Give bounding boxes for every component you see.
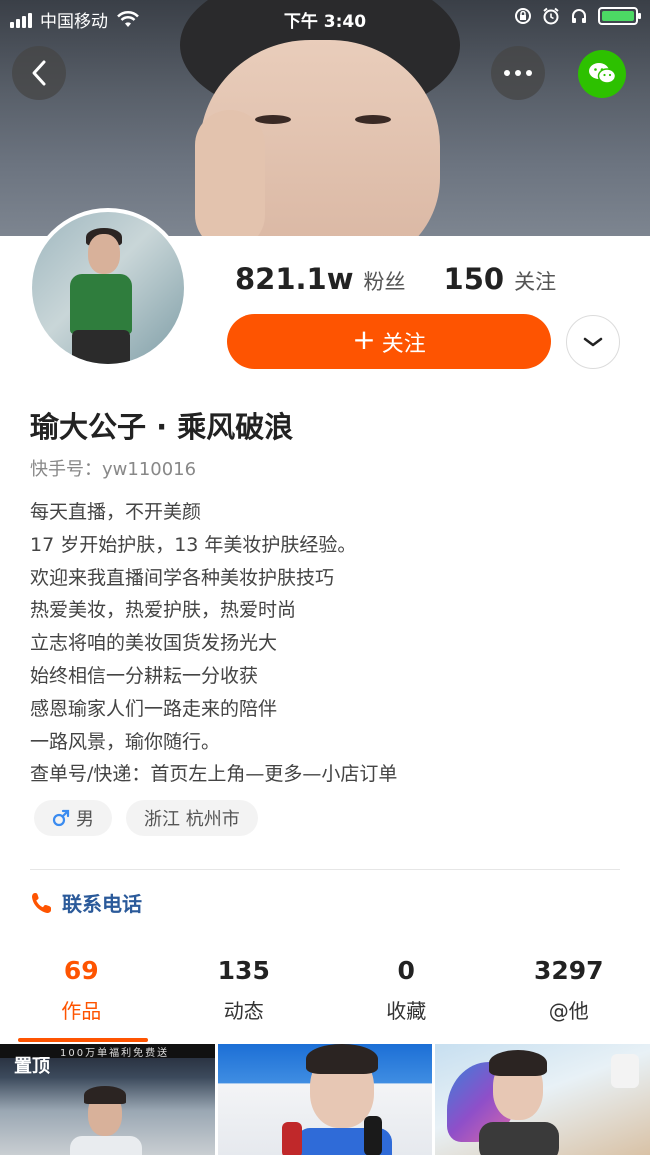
bio-line: 每天直播，不开美颜	[30, 501, 202, 523]
banner-photo-hand	[195, 110, 265, 236]
bio-line: 感恩瑜家人们一路走来的陪伴	[30, 697, 278, 720]
content-tabs: 69 作品 135 动态 0 收藏 3297 @他	[0, 956, 650, 1040]
gender-tag: 男	[34, 800, 112, 836]
phone-icon	[32, 892, 51, 913]
bio-line: 一路风景，瑜你随行。	[30, 730, 221, 753]
kuaishou-id[interactable]: 快手号：yw110016	[30, 455, 196, 481]
tab-works[interactable]: 69 作品	[0, 956, 163, 1040]
following-label[interactable]: 关注	[514, 266, 556, 296]
tab-label: 收藏	[386, 999, 427, 1023]
avatar[interactable]	[28, 208, 188, 368]
alarm-icon	[543, 7, 559, 25]
tab-count: 69	[63, 956, 99, 985]
follow-button[interactable]: + 关注	[227, 314, 551, 369]
video-thumbnail[interactable]	[217, 1044, 433, 1155]
chevron-down-icon	[583, 337, 603, 347]
video-thumbnail[interactable]: 100万单福利免费送 置顶	[0, 1044, 215, 1155]
tab-mentions[interactable]: 3297 @他	[488, 956, 650, 1040]
gender-label: 男	[76, 809, 94, 830]
recommend-dropdown-button[interactable]	[566, 315, 620, 369]
contact-label: 联系电话	[62, 892, 142, 916]
location-tag: 浙江 杭州市	[126, 800, 258, 836]
tab-label: 动态	[223, 999, 264, 1023]
profile-tags: 男 浙江 杭州市	[34, 800, 258, 836]
tab-count: 3297	[533, 956, 604, 985]
pinned-label: 置顶	[14, 1056, 50, 1077]
more-dots-icon	[504, 70, 532, 76]
rotation-lock-icon	[515, 8, 531, 24]
profile-name: 瑜大公子 · 乘风破浪	[30, 410, 294, 444]
battery-icon	[598, 7, 641, 25]
male-icon	[52, 809, 70, 827]
chevron-left-icon	[32, 60, 46, 86]
wechat-icon	[589, 63, 617, 84]
headphones-icon	[572, 9, 586, 23]
works-grid: 100万单福利免费送 置顶	[0, 1044, 650, 1155]
profile-bio: 每天直播，不开美颜 17 岁开始护肤，13 年美妆护肤经验。 欢迎来我直播间学各…	[30, 496, 397, 791]
plus-icon: +	[352, 323, 376, 356]
bio-line: 查单号/快递：首页左上角—更多—小店订单	[30, 763, 398, 786]
back-button[interactable]	[12, 46, 66, 100]
followers-count[interactable]: 821.1w	[235, 262, 354, 296]
banner-photo-eye	[355, 115, 391, 124]
followers-label[interactable]: 粉丝	[364, 266, 406, 296]
contact-phone-link[interactable]: 联系电话	[30, 888, 142, 917]
tab-moments[interactable]: 135 动态	[163, 956, 326, 1040]
bio-line: 始终相信一分耕耘一分收获	[30, 664, 259, 687]
tab-count: 135	[217, 956, 270, 985]
follow-stats: 821.1w 粉丝 150 关注	[235, 262, 556, 296]
wechat-share-button[interactable]	[578, 50, 626, 98]
avatar-photo	[32, 212, 184, 364]
tab-count: 0	[397, 956, 415, 985]
tab-favorites[interactable]: 0 收藏	[325, 956, 488, 1040]
more-button[interactable]	[491, 46, 545, 100]
following-count[interactable]: 150	[444, 262, 505, 296]
tab-label: @他	[548, 999, 589, 1023]
tab-label: 作品	[61, 999, 102, 1023]
status-right	[514, 7, 641, 25]
bio-line: 欢迎来我直播间学各种美妆护肤技巧	[30, 566, 335, 589]
bio-line: 立志将咱的美妆国货发扬光大	[30, 632, 278, 655]
bio-line: 17 岁开始护肤，13 年美妆护肤经验。	[30, 533, 357, 556]
bio-line: 热爱美妆，热爱护肤，热爱时尚	[30, 599, 297, 622]
location-label: 浙江 杭州市	[144, 809, 240, 830]
divider	[30, 869, 620, 870]
banner-photo-eye	[255, 115, 291, 124]
active-tab-indicator	[18, 1038, 148, 1042]
follow-button-label: 关注	[381, 331, 426, 357]
status-bar: 中国移动 下午 3:40	[0, 0, 650, 36]
video-thumbnail[interactable]	[435, 1044, 650, 1155]
